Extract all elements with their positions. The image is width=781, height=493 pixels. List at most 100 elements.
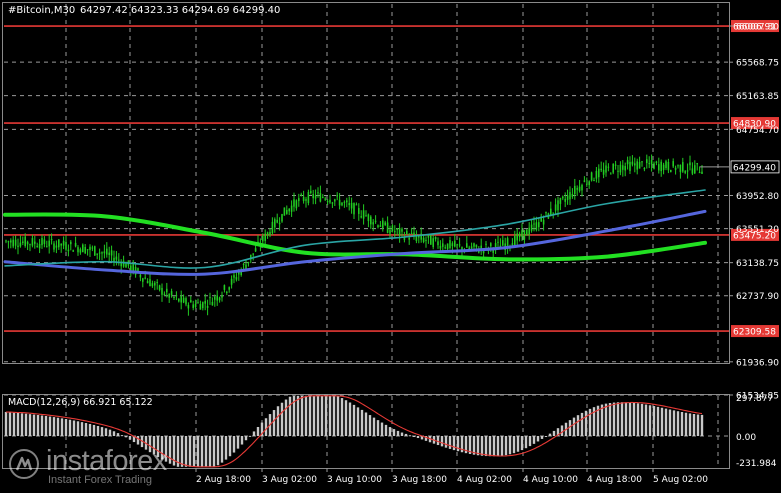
candle-body	[334, 199, 336, 202]
candle-body	[149, 279, 151, 287]
candle-body	[34, 241, 36, 244]
candle-body	[233, 275, 235, 278]
candle-body	[5, 240, 7, 242]
candle-body	[679, 164, 682, 173]
time-tick-label: 3 Aug 18:00	[392, 475, 447, 485]
macd-bar	[100, 427, 104, 436]
candle-body	[538, 222, 540, 228]
candle-body	[674, 167, 677, 170]
candle-body	[262, 236, 264, 242]
candle-body	[62, 240, 65, 246]
candle-body	[643, 167, 646, 170]
candle-body	[444, 247, 446, 249]
macd-bar	[36, 415, 40, 436]
time-tick-label: 2 Aug 18:00	[196, 475, 251, 485]
macd-bar	[244, 436, 248, 441]
macd-bar	[320, 395, 324, 436]
candle-body	[182, 297, 185, 303]
price-chart[interactable]: 66006.91 64830.90 63475.20 62309.58 66007.3…	[0, 0, 781, 489]
macd-bar	[188, 436, 192, 467]
macd-bar	[32, 414, 36, 436]
candle-body	[89, 246, 91, 251]
macd-bar	[248, 435, 252, 437]
candle-body	[658, 164, 660, 171]
candle-body	[394, 231, 396, 233]
macd-bar	[308, 395, 312, 436]
candle-body	[634, 163, 636, 166]
macd-bar	[288, 396, 292, 436]
candle-body	[593, 179, 595, 181]
candle-body	[516, 233, 518, 241]
candle-body	[266, 232, 269, 236]
candle-body	[86, 249, 89, 251]
candle-body	[631, 161, 634, 165]
macd-bar	[528, 436, 532, 447]
candle-body	[238, 272, 240, 275]
candle-body	[670, 169, 672, 173]
macd-bar	[284, 399, 288, 436]
macd-bar	[128, 436, 132, 440]
macd-bar	[560, 425, 564, 436]
candle-body	[58, 239, 60, 248]
instaforex-watermark: instaforex Instant Forex Trading	[8, 444, 180, 486]
candle-body	[379, 225, 382, 227]
macd-bar	[380, 422, 384, 436]
candle-body	[331, 202, 334, 204]
candle-body	[535, 222, 538, 230]
candle-body	[199, 304, 202, 310]
macd-bar	[224, 436, 228, 460]
candle-body	[583, 180, 586, 182]
candle-body	[41, 237, 43, 246]
price-tick-label: 61936.90	[736, 358, 779, 368]
macd-bar	[516, 436, 520, 452]
candle-body	[526, 229, 528, 236]
macd-bar	[28, 414, 32, 436]
macd-bar	[436, 436, 440, 446]
candle-body	[562, 196, 564, 199]
candle-body	[206, 305, 209, 308]
candle-body	[607, 166, 610, 168]
macd-bar	[20, 413, 24, 436]
candle-body	[274, 219, 276, 228]
macd-bar	[60, 418, 64, 436]
candle-body	[552, 212, 554, 214]
candle-body	[10, 240, 12, 243]
macd-bar	[52, 417, 56, 436]
candle-body	[254, 248, 257, 252]
macd-bar	[336, 396, 340, 436]
candle-body	[132, 264, 134, 272]
candle-body	[648, 163, 650, 165]
macd-bar	[544, 436, 548, 437]
candle-body	[178, 298, 180, 302]
macd-bar	[496, 436, 500, 457]
candle-body	[655, 161, 658, 163]
macd-bar	[184, 436, 188, 467]
macd-bar	[632, 402, 636, 436]
macd-bar	[332, 395, 336, 436]
candle-body	[605, 165, 607, 173]
candle-body	[617, 170, 619, 172]
macd-bar	[412, 436, 416, 437]
candle-body	[506, 238, 509, 248]
candle-body	[324, 198, 326, 200]
candle-body	[696, 162, 698, 165]
macd-bar	[480, 436, 484, 456]
candle-body	[322, 196, 324, 198]
macd-bar	[112, 431, 116, 436]
macd-bar	[540, 436, 544, 439]
candle-body	[190, 300, 192, 303]
chart-canvas[interactable]: 66006.9164830.9063475.2062309.58 66007.3…	[0, 0, 781, 489]
macd-bar	[700, 414, 704, 436]
candle-body	[557, 200, 559, 211]
candle-body	[230, 278, 233, 285]
candle-body	[353, 203, 355, 215]
candle-body	[103, 251, 106, 254]
candle-body	[38, 244, 41, 249]
candle-body	[610, 173, 612, 175]
current-price-label: 64299.40	[733, 163, 776, 173]
candle-body	[118, 259, 120, 261]
candle-body	[384, 222, 386, 225]
macd-bar	[444, 436, 448, 448]
candle-body	[398, 228, 401, 236]
macd-bar	[348, 402, 352, 436]
